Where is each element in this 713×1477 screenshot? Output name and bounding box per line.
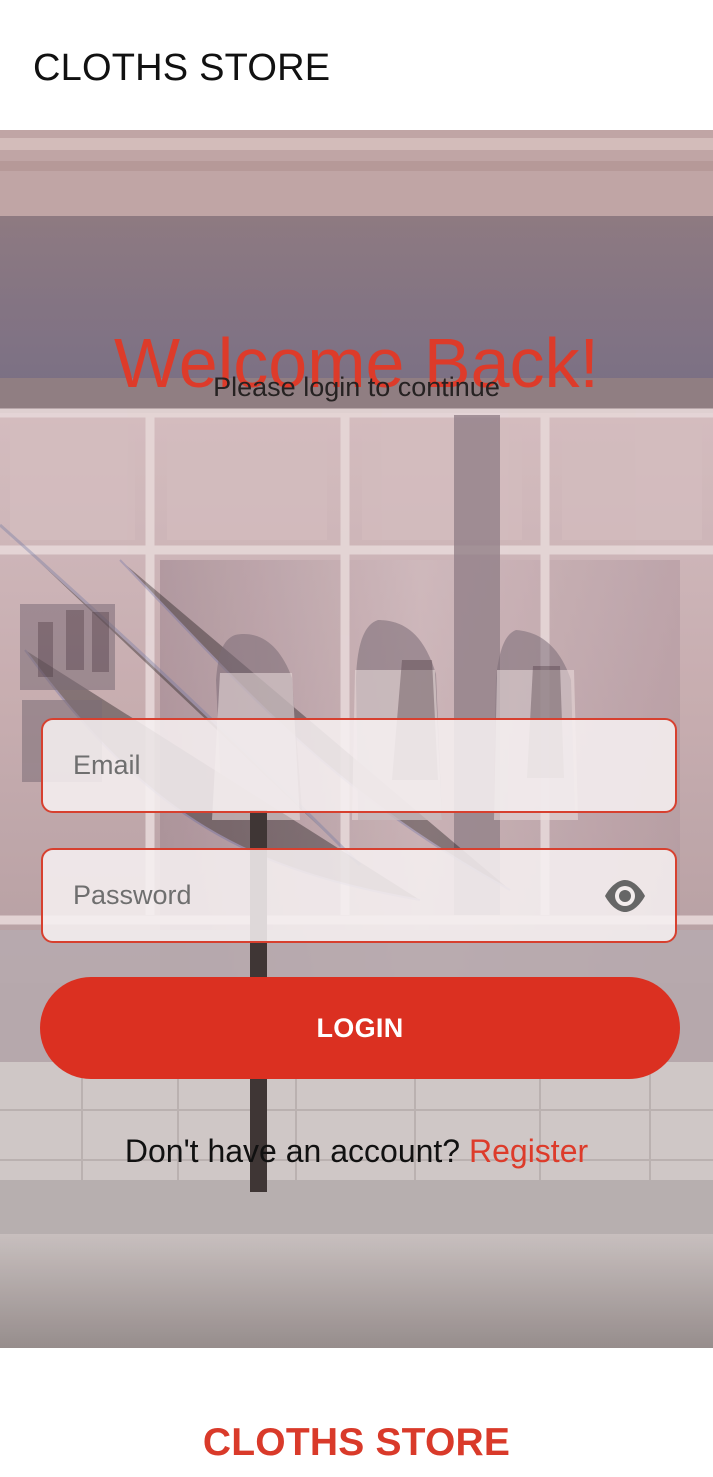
email-field[interactable]	[41, 718, 677, 813]
eye-icon[interactable]	[603, 879, 647, 913]
login-button[interactable]: LOGIN	[40, 977, 680, 1079]
login-screen: CLOTHS STORE Welcome Back! Please login …	[0, 0, 713, 1477]
login-hero: Welcome Back! Please login to continue L…	[0, 130, 713, 1348]
register-prompt-text: Don't have an account?	[124, 1133, 469, 1169]
login-subtitle: Please login to continue	[213, 372, 500, 402]
app-header: CLOTHS STORE	[0, 0, 713, 130]
password-field[interactable]	[41, 848, 677, 943]
register-link[interactable]: Register	[469, 1133, 588, 1169]
app-footer: CLOTHS STORE	[0, 1348, 713, 1477]
footer-title: CLOTHS STORE	[202, 1421, 511, 1464]
email-input[interactable]	[73, 720, 593, 811]
app-title: CLOTHS STORE	[33, 47, 331, 89]
password-input[interactable]	[73, 850, 593, 941]
register-prompt: Don't have an account? Register	[0, 1131, 713, 1171]
